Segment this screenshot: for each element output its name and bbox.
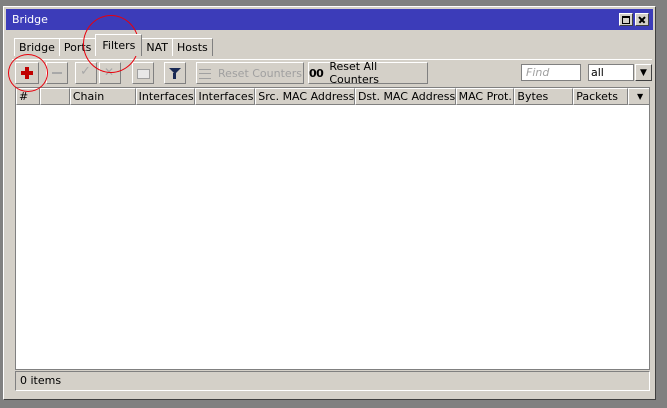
column-src-mac[interactable]: Src. MAC Address...: [255, 88, 355, 105]
reset-counters-icon: [198, 66, 212, 80]
reset-all-counters-button[interactable]: 00 Reset All Counters: [308, 60, 428, 86]
dropdown-arrow-icon: ▼: [640, 67, 647, 78]
title-bar[interactable]: Bridge: [6, 9, 653, 30]
tab-ports[interactable]: Ports: [58, 38, 97, 56]
bridge-window: Bridge Bridge Ports Filters NAT Hosts ✓ …: [3, 6, 656, 400]
window-title: Bridge: [12, 13, 48, 26]
column-number[interactable]: #: [16, 88, 40, 105]
tab-nat[interactable]: NAT: [141, 38, 174, 56]
toolbar: Reset Counters 00 Reset All Counters Fin…: [12, 59, 652, 90]
reset-counters-label: Reset Counters: [218, 66, 302, 80]
filter-button[interactable]: [164, 62, 186, 84]
filters-table: # Chain Interfaces... Interfaces... Src.…: [15, 87, 650, 370]
filter-icon: [168, 66, 182, 80]
remove-button[interactable]: [46, 62, 68, 84]
column-menu-icon: ▼: [636, 91, 644, 101]
plus-icon: [20, 66, 34, 80]
comment-button[interactable]: [132, 62, 154, 84]
column-menu-button[interactable]: ▼: [628, 88, 649, 105]
column-bytes[interactable]: Bytes: [514, 88, 574, 105]
close-button[interactable]: [635, 13, 649, 26]
reset-all-counters-label: Reset All Counters: [329, 60, 380, 86]
column-out-interface[interactable]: Interfaces...: [195, 88, 256, 105]
status-bar: 0 items: [15, 371, 650, 391]
column-spacer: [39, 88, 70, 105]
check-icon: [79, 64, 93, 80]
reset-all-counters-icon: 00: [309, 66, 324, 80]
enable-button[interactable]: [75, 62, 97, 84]
select-dropdown-button[interactable]: ▼: [635, 64, 652, 81]
tab-filters[interactable]: Filters: [95, 34, 143, 56]
find-input[interactable]: Find: [521, 64, 581, 81]
column-in-interface[interactable]: Interfaces...: [135, 88, 196, 105]
maximize-button[interactable]: [619, 13, 633, 26]
add-button[interactable]: [15, 62, 39, 84]
minus-icon: [50, 66, 64, 80]
column-mac-protocol[interactable]: MAC Prot...: [455, 88, 515, 105]
disable-button[interactable]: [99, 62, 121, 84]
reset-counters-button[interactable]: Reset Counters: [196, 62, 304, 84]
column-dst-mac[interactable]: Dst. MAC Address...: [354, 88, 456, 105]
filter-select[interactable]: all: [588, 64, 634, 81]
table-header: # Chain Interfaces... Interfaces... Src.…: [16, 88, 649, 105]
tab-hosts[interactable]: Hosts: [172, 38, 213, 56]
comment-icon: [136, 66, 150, 80]
item-count: 0 items: [20, 374, 62, 387]
tab-bridge[interactable]: Bridge: [14, 38, 60, 56]
column-chain[interactable]: Chain: [69, 88, 136, 105]
column-packets[interactable]: Packets: [573, 88, 629, 105]
x-icon: [103, 65, 117, 80]
tab-bar: Bridge Ports Filters NAT Hosts: [14, 34, 213, 56]
